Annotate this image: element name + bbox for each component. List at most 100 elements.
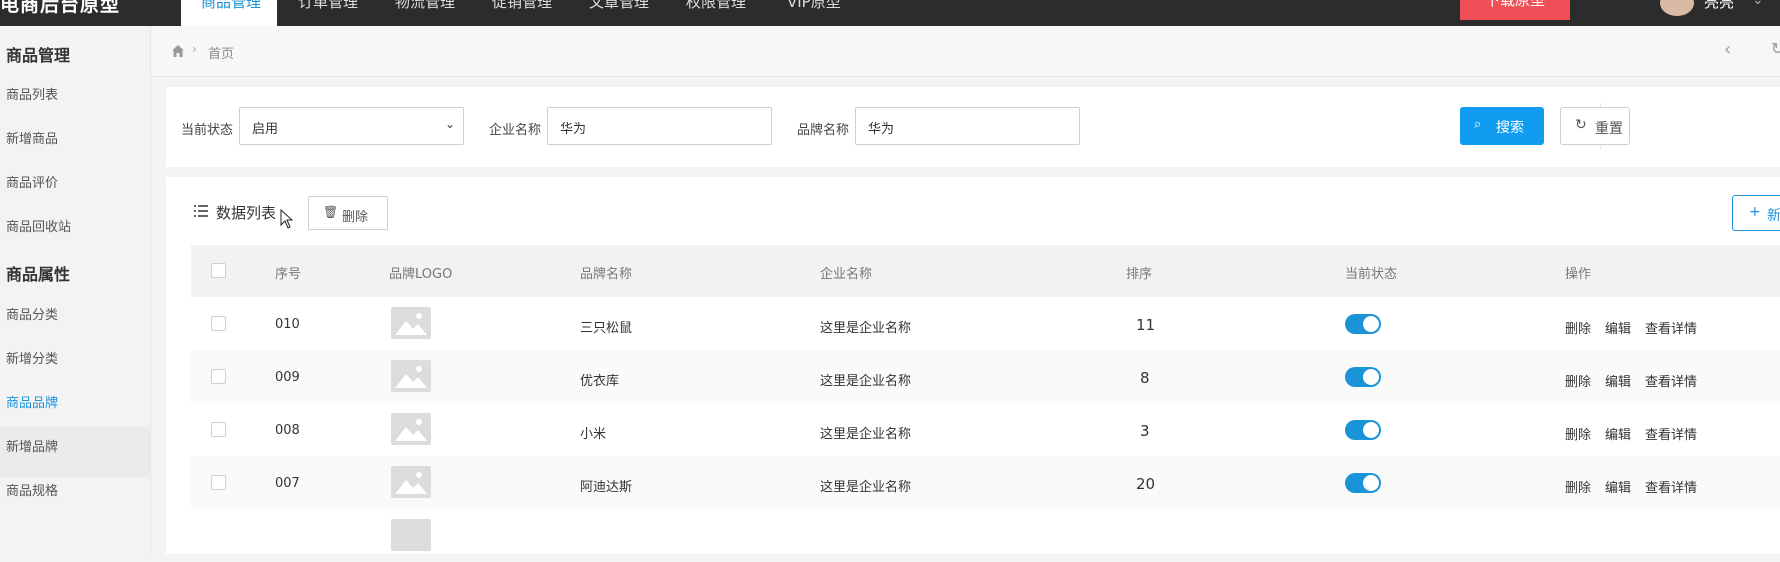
- search-icon: ⌕: [1474, 117, 1482, 132]
- row-id: 007: [275, 476, 300, 491]
- refresh-icon: ↻: [1575, 117, 1587, 133]
- sidebar-item-product-specs[interactable]: 商品规格: [6, 480, 58, 499]
- plus-icon: +: [1749, 204, 1761, 220]
- row-sort: 11: [1136, 316, 1156, 334]
- sidebar-item-add-brand[interactable]: 新增品牌: [6, 436, 58, 455]
- mouse-cursor-icon: [280, 209, 294, 229]
- table-row: 008 小米 这里是企业名称 3 删除 编辑 查看详情: [191, 403, 1780, 456]
- sidebar-item-product-brands[interactable]: 商品品牌: [6, 392, 58, 411]
- tab-logistics-management[interactable]: 物流管理: [395, 0, 455, 12]
- table-header: 序号 品牌LOGO 品牌名称 企业名称 排序 当前状态 操作: [191, 245, 1780, 297]
- image-placeholder-icon: [391, 466, 431, 498]
- table-row: 007 阿迪达斯 这里是企业名称 20 删除 编辑 查看详情: [191, 456, 1780, 509]
- tab-product-management[interactable]: 商品管理: [181, 0, 277, 26]
- row-brand-name: 阿迪达斯: [580, 480, 633, 495]
- status-label: 当前状态: [181, 123, 234, 138]
- sidebar-item-product-categories[interactable]: 商品分类: [6, 304, 58, 323]
- row-sort: 3: [1140, 422, 1150, 440]
- row-checkbox[interactable]: [211, 369, 226, 384]
- image-placeholder-icon: [391, 413, 431, 445]
- tab-order-management[interactable]: 订单管理: [298, 0, 358, 12]
- brand-input[interactable]: 华为: [855, 107, 1080, 145]
- row-edit-link[interactable]: 编辑: [1605, 318, 1631, 337]
- table-row: [191, 509, 1780, 562]
- sidebar: 商品管理 商品列表 新增商品 商品评价 商品回收站 商品属性 商品分类 新增分类…: [0, 26, 151, 554]
- list-icon: [194, 205, 208, 217]
- toggle-knob: [1363, 369, 1379, 385]
- column-header-id[interactable]: 序号: [275, 263, 301, 282]
- select-all-checkbox[interactable]: [211, 263, 226, 278]
- row-delete-link[interactable]: 删除: [1565, 477, 1591, 496]
- sidebar-section-product-attributes: 商品属性: [6, 265, 71, 284]
- row-sort: 20: [1136, 475, 1156, 493]
- row-sort: 8: [1140, 369, 1150, 387]
- column-header-status[interactable]: 当前状态: [1345, 263, 1397, 282]
- row-edit-link[interactable]: 编辑: [1605, 424, 1631, 443]
- row-edit-link[interactable]: 编辑: [1605, 371, 1631, 390]
- download-prototype-button[interactable]: 下载原型: [1460, 0, 1570, 20]
- row-brand-name: 三只松鼠: [580, 321, 633, 336]
- row-company-name: 这里是企业名称: [820, 374, 912, 389]
- breadcrumb-home[interactable]: 首页: [208, 43, 234, 62]
- chevron-down-icon: ⌄: [444, 117, 455, 131]
- row-delete-link[interactable]: 删除: [1565, 371, 1591, 390]
- status-toggle[interactable]: [1345, 367, 1381, 387]
- search-button[interactable]: ⌕ 搜索: [1460, 107, 1544, 145]
- chevron-down-icon[interactable]: ⌄: [1752, 0, 1764, 8]
- column-header-actions: 操作: [1565, 267, 1592, 282]
- brand-label: 品牌名称: [797, 123, 850, 138]
- batch-delete-button[interactable]: 🗑 删除: [308, 196, 388, 230]
- trash-icon: 🗑: [323, 205, 339, 219]
- row-delete-link[interactable]: 删除: [1565, 318, 1591, 337]
- row-checkbox[interactable]: [211, 422, 226, 437]
- breadcrumb-separator-icon: ›: [192, 42, 197, 56]
- chevron-left-icon[interactable]: ‹: [1724, 39, 1731, 60]
- sidebar-item-add-product[interactable]: 新增商品: [6, 128, 58, 147]
- row-company-name: 这里是企业名称: [820, 427, 912, 442]
- status-toggle[interactable]: [1345, 473, 1381, 493]
- row-checkbox[interactable]: [211, 475, 226, 490]
- image-placeholder-icon: [391, 360, 431, 392]
- status-select[interactable]: 启用 ⌄: [239, 107, 464, 145]
- column-header-logo[interactable]: 品牌LOGO: [389, 263, 452, 282]
- reset-button[interactable]: ↻ 重置: [1560, 107, 1630, 145]
- tab-vip-prototype[interactable]: VIP原型: [787, 0, 841, 12]
- sidebar-item-product-reviews[interactable]: 商品评价: [6, 172, 58, 191]
- tab-permission-management[interactable]: 权限管理: [686, 0, 746, 12]
- row-brand-name: 小米: [580, 427, 607, 442]
- row-checkbox[interactable]: [211, 316, 226, 331]
- row-brand-name: 优衣库: [580, 374, 620, 389]
- refresh-icon[interactable]: ↻: [1771, 39, 1780, 58]
- sidebar-item-add-category[interactable]: 新增分类: [6, 348, 58, 367]
- column-header-brand[interactable]: 品牌名称: [580, 263, 632, 282]
- tab-article-management[interactable]: 文章管理: [589, 0, 649, 12]
- table-row: 010 三只松鼠 这里是企业名称 11 删除 编辑 查看详情: [191, 297, 1780, 350]
- sidebar-item-product-recycle-bin[interactable]: 商品回收站: [6, 216, 71, 235]
- user-name[interactable]: 亮亮: [1704, 0, 1734, 12]
- add-button[interactable]: + 新增: [1732, 195, 1780, 231]
- toggle-knob: [1363, 475, 1379, 491]
- status-toggle[interactable]: [1345, 420, 1381, 440]
- filter-card: 当前状态 启用 ⌄ 企业名称 华为 品牌名称 华为 ⌕ 搜索 ↻ 重置: [166, 87, 1780, 167]
- company-input[interactable]: 华为: [547, 107, 772, 145]
- row-details-link[interactable]: 查看详情: [1645, 318, 1697, 337]
- user-avatar[interactable]: [1660, 0, 1694, 16]
- row-details-link[interactable]: 查看详情: [1645, 477, 1697, 496]
- top-navbar: 电商后台原型 商品管理 订单管理 物流管理 促销管理 文章管理 权限管理 VIP…: [0, 0, 1780, 26]
- row-edit-link[interactable]: 编辑: [1605, 477, 1631, 496]
- home-icon[interactable]: [171, 44, 185, 58]
- breadcrumb: › 首页 ‹ ↻: [151, 26, 1780, 77]
- row-delete-link[interactable]: 删除: [1565, 424, 1591, 443]
- sidebar-item-product-list[interactable]: 商品列表: [6, 84, 58, 103]
- status-toggle[interactable]: [1345, 314, 1381, 334]
- row-details-link[interactable]: 查看详情: [1645, 424, 1697, 443]
- column-header-company[interactable]: 企业名称: [820, 263, 872, 282]
- list-title: 数据列表: [216, 204, 277, 222]
- company-label: 企业名称: [489, 123, 542, 138]
- tab-promotion-management[interactable]: 促销管理: [492, 0, 552, 12]
- column-header-sort[interactable]: 排序: [1126, 263, 1152, 282]
- toggle-knob: [1363, 422, 1379, 438]
- row-company-name: 这里是企业名称: [820, 321, 912, 336]
- row-details-link[interactable]: 查看详情: [1645, 371, 1697, 390]
- image-placeholder-icon: [391, 519, 431, 551]
